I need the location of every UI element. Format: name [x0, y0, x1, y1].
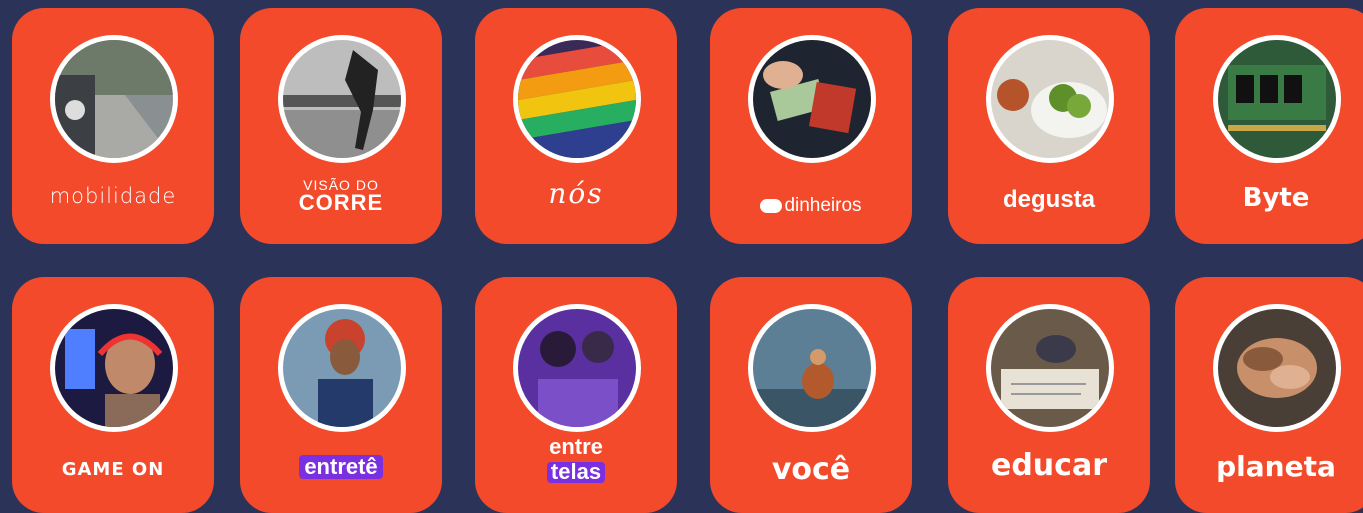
channel-label: Byte [1242, 183, 1310, 213]
channel-label: VISÃO DO CORRE [240, 178, 442, 214]
couple-movie-photo [518, 309, 636, 427]
channel-label: você [771, 452, 851, 487]
channel-thumbnail [748, 304, 876, 432]
channel-card-game-on[interactable]: GAME ON [12, 277, 214, 513]
stacked-hands-photo [1218, 309, 1336, 427]
channel-card-visao-do-corre[interactable]: VISÃO DO CORRE [240, 8, 442, 244]
money-wallet-photo [753, 40, 871, 158]
channel-thumbnail [278, 304, 406, 432]
rainbow-flag-crowd-photo [518, 40, 636, 158]
channel-label: GAME ON [61, 459, 165, 480]
channel-thumbnail [986, 35, 1114, 163]
channel-card-dinheiros[interactable]: dinheiros [710, 8, 912, 244]
channel-card-educar[interactable]: educar [948, 277, 1150, 513]
channel-thumbnail [513, 304, 641, 432]
channel-card-entre-telas[interactable]: entre telas [475, 277, 677, 513]
channel-label: educar [990, 448, 1107, 483]
channel-card-mobilidade[interactable]: mobilidade [12, 8, 214, 244]
salad-bowl-photo [991, 40, 1109, 158]
memory-chip-photo [1218, 40, 1336, 158]
channel-thumbnail [50, 304, 178, 432]
channel-label: entre telas [475, 433, 677, 483]
channel-thumbnail [748, 35, 876, 163]
channel-card-entretece[interactable]: entretê [240, 277, 442, 513]
channel-label: degusta [1002, 186, 1095, 213]
channel-label: entretê [240, 455, 442, 479]
pill-icon [760, 198, 783, 213]
channel-label-bottom: CORRE [298, 190, 384, 215]
channel-label-text: entretê [299, 455, 383, 479]
channel-label-top: entre [549, 434, 603, 459]
channel-card-byte[interactable]: Byte [1175, 8, 1363, 244]
channel-card-nos[interactable]: nós [475, 8, 677, 244]
channel-thumbnail [1213, 304, 1341, 432]
gamer-headset-photo [55, 309, 173, 427]
channel-card-voce[interactable]: você [710, 277, 912, 513]
channel-card-planeta[interactable]: planeta [1175, 277, 1363, 513]
smiling-woman-photo [283, 309, 401, 427]
channel-grid: mobilidade VISÃO DO CORRE nós dinheiros … [0, 0, 1363, 513]
writing-notes-photo [991, 309, 1109, 427]
channel-thumbnail [513, 35, 641, 163]
channel-label: mobilidade [49, 184, 177, 208]
channel-label-bottom: telas [546, 460, 606, 483]
runner-bw-photo [283, 40, 401, 158]
channel-label-text: dinheiros [784, 195, 862, 216]
channel-thumbnail [1213, 35, 1341, 163]
meditating-person-photo [753, 309, 871, 427]
channel-label: planeta [1216, 450, 1336, 483]
channel-label: nós [548, 177, 604, 210]
channel-thumbnail [50, 35, 178, 163]
car-on-street-photo [55, 40, 173, 158]
channel-thumbnail [986, 304, 1114, 432]
channel-card-degusta[interactable]: degusta [948, 8, 1150, 244]
channel-label: dinheiros [710, 196, 912, 215]
channel-thumbnail [278, 35, 406, 163]
